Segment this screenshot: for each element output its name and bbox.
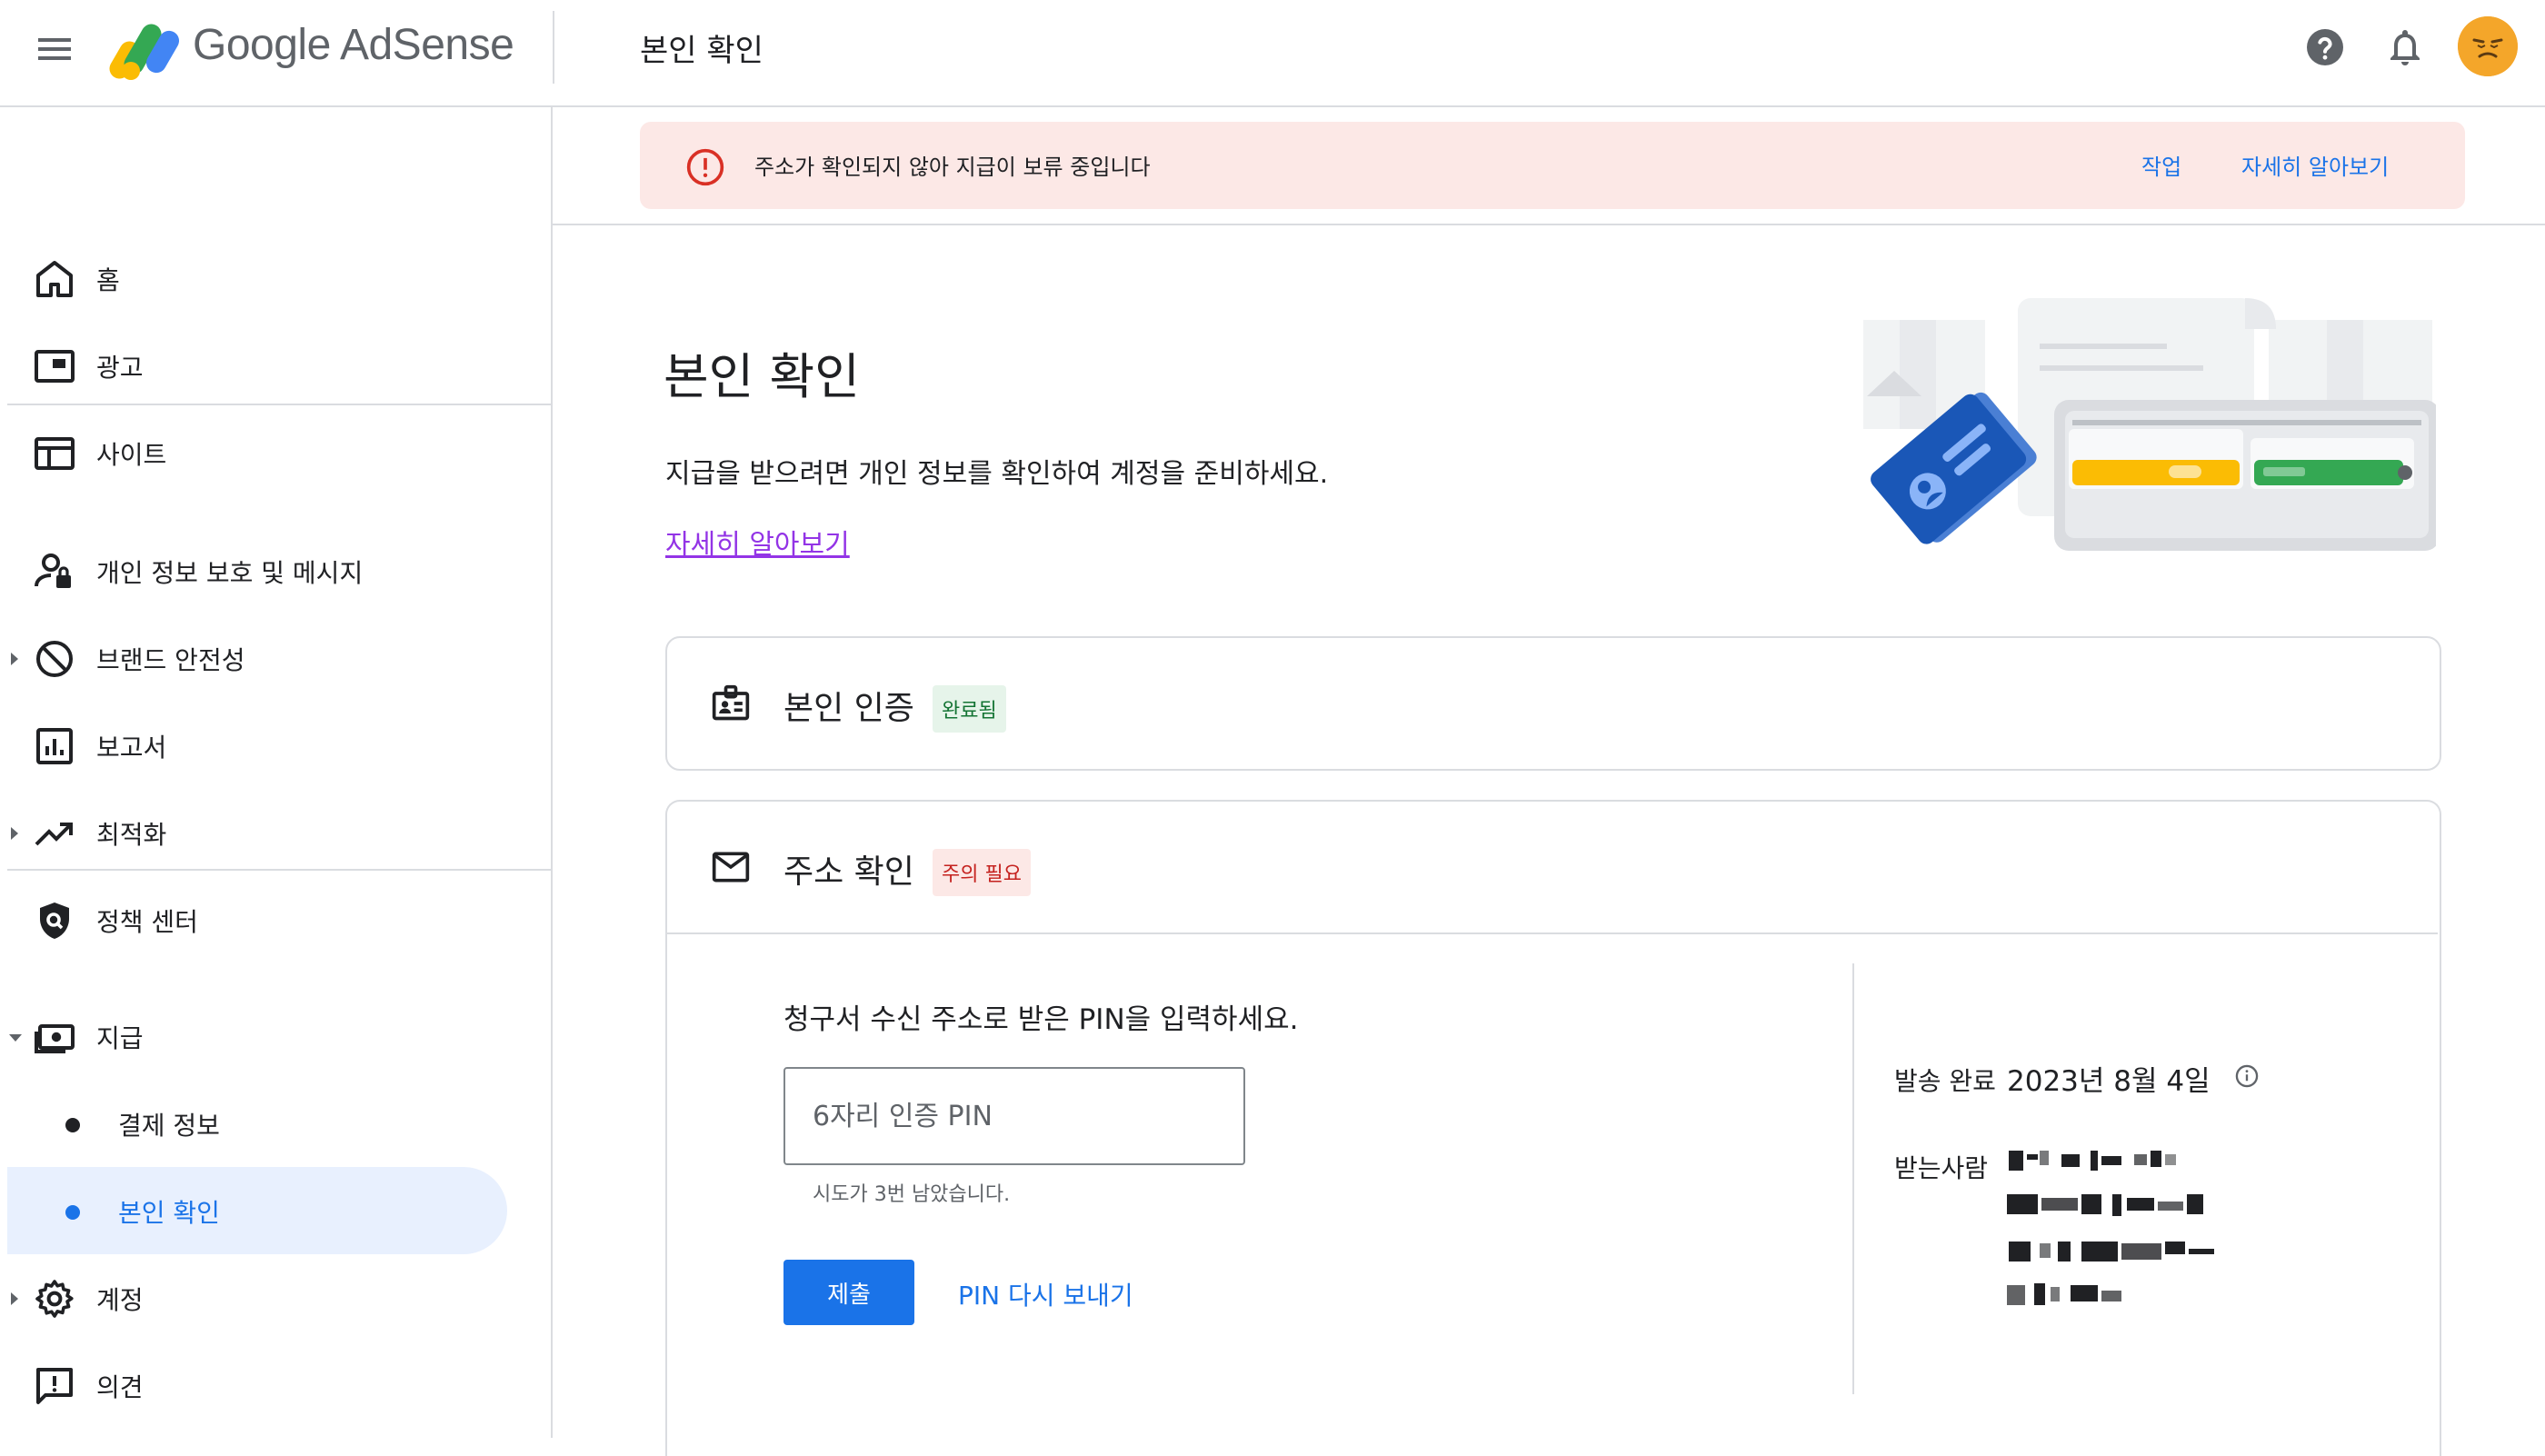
recipient-label: 받는사람 [1894,1153,1989,1183]
sidebar-item-reports[interactable]: 보고서 [0,703,509,789]
adsense-logo-icon [109,16,182,82]
sidebar-item-label: 최적화 [96,820,167,850]
payments-icon [33,1015,76,1059]
sidebar-item-feedback[interactable]: 의견 [0,1343,509,1429]
block-icon [33,637,76,681]
page-title: 본인 확인 [664,348,860,405]
sidebar-item-label: 결제 정보 [118,1111,220,1141]
address-card-title: 주소 확인 [783,853,914,891]
sidebar-item-account[interactable]: 계정 [0,1256,509,1341]
recipient-address-redacted [2003,1142,2330,1323]
sidebar-item-payments[interactable]: 지급 [0,994,509,1080]
brand-name: Google AdSense [193,21,514,69]
menu-icon[interactable] [33,27,76,71]
sites-icon [33,432,76,475]
avatar[interactable] [2458,16,2518,76]
identity-card-title: 본인 인증 [783,690,914,727]
info-icon[interactable] [2234,1063,2260,1089]
sidebar-item-label: 브랜드 안전성 [96,645,245,675]
help-icon[interactable] [2303,25,2347,69]
header-divider [553,11,554,84]
alert-message: 주소가 확인되지 않아 지급이 보류 중입니다 [754,155,1151,180]
bullet-dot-icon [65,1205,80,1220]
sidebar-item-optimization[interactable]: 최적화 [0,791,509,876]
gear-icon [33,1277,76,1321]
reports-icon [33,724,76,768]
sidebar-item-label: 보고서 [96,733,167,763]
nav-divider [7,404,551,405]
sidebar-item-label: 사이트 [96,440,167,470]
notifications-bell-icon[interactable] [2383,25,2427,69]
alert-learn-more-link[interactable]: 자세히 알아보기 [2241,149,2389,181]
sidebar-item-label: 의견 [96,1372,144,1402]
sidebar-item-label: 본인 확인 [118,1198,220,1228]
sidebar-item-label: 홈 [96,265,120,295]
sidebar-item-privacy-messaging[interactable]: 개인 정보 보호 및 메시지 [0,529,509,614]
sidebar-item-verification[interactable]: 본인 확인 [0,1169,509,1254]
sidebar-item-label: 광고 [96,353,144,383]
pin-input[interactable] [783,1067,1245,1165]
expand-caret-icon[interactable] [11,653,18,665]
alert-action-link[interactable]: 작업 [2141,149,2181,181]
page-subtitle: 지급을 받으려면 개인 정보를 확인하여 계정을 준비하세요. [665,458,1329,490]
sidebar-item-brand-safety[interactable]: 브랜드 안전성 [0,616,509,702]
ads-icon [33,344,76,388]
sidebar-item-label: 지급 [96,1023,144,1053]
status-badge-attention: 주의 필요 [933,849,1031,896]
sidebar-item-home[interactable]: 홈 [0,236,509,322]
bullet-dot-icon [65,1118,80,1132]
card-column-divider [1852,963,1854,1394]
expand-caret-icon[interactable] [11,827,18,840]
home-icon [33,257,76,301]
sidebar-item-sites[interactable]: 사이트 [0,411,509,496]
sidebar-item-payment-info[interactable]: 결제 정보 [0,1082,509,1167]
nav-divider [7,869,551,871]
learn-more-link[interactable]: 자세히 알아보기 [665,522,850,562]
sidebar-item-label: 개인 정보 보호 및 메시지 [96,558,364,588]
expand-caret-icon[interactable] [11,1292,18,1305]
mail-icon [711,847,751,887]
feedback-icon [33,1364,76,1408]
content-divider [553,224,2545,225]
sent-label: 발송 완료 [1894,1066,1996,1096]
error-icon [685,147,725,187]
header-title: 본인 확인 [640,33,764,69]
verification-illustration [1854,287,2436,560]
privacy-icon [33,550,76,593]
submit-button[interactable]: 제출 [783,1260,914,1325]
resend-pin-link[interactable]: PIN 다시 보내기 [958,1276,1133,1312]
trending-up-icon [33,812,76,855]
sidebar-item-policy-center[interactable]: 정책 센터 [0,878,509,963]
pin-prompt: 청구서 수신 주소로 받은 PIN을 입력하세요. [783,1003,1299,1036]
sent-date: 2023년 8월 4일 [2007,1065,2211,1098]
attempts-remaining-hint: 시도가 3번 남았습니다. [813,1183,1011,1206]
sidebar-item-label: 정책 센터 [96,907,198,937]
sidebar: 홈 광고 사이트 개인 정보 보호 및 메시지 브랜드 안전성 보고서 최적화 … [0,107,553,1438]
status-badge-complete: 완료됨 [933,685,1006,733]
policy-shield-icon [33,899,76,942]
sidebar-item-label: 계정 [96,1285,144,1315]
collapse-caret-icon[interactable] [9,1034,22,1042]
id-badge-icon [711,683,751,723]
card-header-divider [667,932,2438,934]
sidebar-item-ads[interactable]: 광고 [0,324,509,409]
